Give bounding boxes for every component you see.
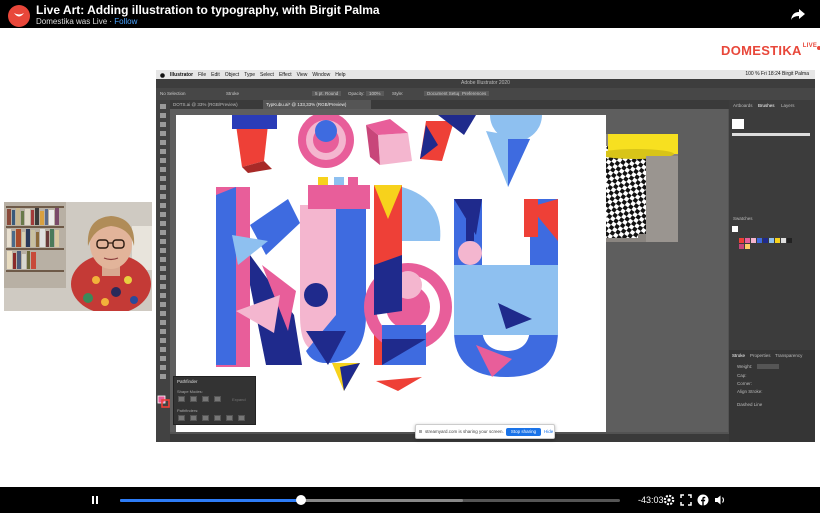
- document-tabs: DOTS.ai @ 33% (RGB/Preview) TypKubu.ai* …: [170, 100, 729, 109]
- menu-view[interactable]: View: [297, 72, 308, 78]
- tab-dots[interactable]: DOTS.ai @ 33% (RGB/Preview): [170, 100, 262, 109]
- stop-sharing-button[interactable]: Stop sharing: [506, 428, 541, 436]
- document-setup-button[interactable]: Document Setup: [424, 91, 464, 96]
- panel-tab-swatches[interactable]: Swatches: [733, 216, 753, 221]
- follow-link[interactable]: Follow: [114, 17, 137, 26]
- player-controls: -43:03: [0, 487, 820, 513]
- dashed-line-checkbox[interactable]: Dashed Line: [737, 402, 762, 407]
- stroke-cap-label: Cap:: [737, 373, 747, 378]
- menu-effect[interactable]: Effect: [279, 72, 292, 78]
- panel-tab-layers[interactable]: Layers: [781, 103, 795, 108]
- video-title[interactable]: Live Art: Adding illustration to typogra…: [36, 3, 380, 17]
- minus-back-icon[interactable]: [238, 415, 245, 421]
- stroke-corner-label: Corner:: [737, 381, 753, 386]
- menu-object[interactable]: Object: [225, 72, 239, 78]
- preferences-button[interactable]: Preferences: [459, 91, 490, 96]
- time-remaining: -43:03: [638, 495, 664, 505]
- minus-front-icon[interactable]: [190, 396, 197, 402]
- panel-tab-artboards[interactable]: Artboards: [733, 103, 753, 108]
- stroke-panel: Stroke Properties Transparency Weight: C…: [729, 350, 815, 442]
- crop-icon[interactable]: [214, 415, 221, 421]
- webcam-feed: [4, 202, 152, 311]
- divide-icon[interactable]: [178, 415, 185, 421]
- brush-swatch[interactable]: [732, 119, 744, 129]
- brush-definition[interactable]: 5 pt. Round: [312, 91, 342, 96]
- stroke-align-label: Align Stroke:: [737, 389, 763, 394]
- menu-type[interactable]: Type: [244, 72, 255, 78]
- merge-icon[interactable]: [202, 415, 209, 421]
- brand-name: DOMESTIKA: [721, 43, 802, 58]
- channel-status: Domestika was Live ·: [36, 17, 115, 26]
- pathfinders-label: Pathfinders:: [177, 408, 199, 413]
- channel-logo[interactable]: [8, 5, 30, 27]
- brand-logo: DOMESTIKALIVE: [721, 43, 820, 58]
- progress-track[interactable]: [120, 499, 620, 502]
- video-top-bar: Live Art: Adding illustration to typogra…: [0, 0, 820, 28]
- menu-illustrator[interactable]: Illustrator: [170, 72, 193, 78]
- swatches-grid[interactable]: [732, 226, 812, 252]
- video-subtitle: Domestika was Live · Follow: [36, 17, 137, 26]
- hide-button[interactable]: Hide: [544, 429, 553, 434]
- trim-icon[interactable]: [190, 415, 197, 421]
- exclude-icon[interactable]: [214, 396, 221, 402]
- apple-icon[interactable]: [160, 72, 165, 78]
- expand-button[interactable]: Expand: [232, 397, 246, 402]
- shape-modes-label: Shape Modes:: [177, 389, 203, 394]
- menu-window[interactable]: Window: [312, 72, 330, 78]
- share-notice-text: streamyard.com is sharing your screen.: [425, 429, 504, 434]
- control-bar: No Selection Stroke 5 pt. Round Opacity:…: [156, 88, 815, 100]
- tab-typkubu[interactable]: TypKubu.ai* @ 133,33% (RGB/Preview): [263, 100, 371, 109]
- outline-icon[interactable]: [226, 415, 233, 421]
- channel-icon: [14, 13, 24, 17]
- unite-icon[interactable]: [178, 396, 185, 402]
- right-panels: Artboards Brushes Layers Swatches Stroke…: [729, 100, 815, 442]
- menu-select[interactable]: Select: [260, 72, 274, 78]
- opacity-field[interactable]: 100%: [366, 91, 384, 96]
- window-title: Adobe Illustrator 2020: [156, 79, 815, 88]
- opacity-label: Opacity:: [348, 91, 365, 96]
- share-icon[interactable]: [790, 6, 806, 22]
- panel-tab-properties[interactable]: Properties: [750, 353, 771, 358]
- panel-tab-brushes[interactable]: Brushes: [758, 103, 775, 108]
- played-bar: [120, 499, 301, 502]
- menu-help[interactable]: Help: [335, 72, 345, 78]
- screen-share-notice: streamyard.com is sharing your screen. S…: [415, 424, 555, 439]
- panel-tab-transparency[interactable]: Transparency: [775, 353, 802, 358]
- stroke-label[interactable]: Stroke: [226, 91, 239, 96]
- volume-icon[interactable]: [714, 494, 726, 506]
- brush-preview[interactable]: [732, 133, 810, 136]
- stroke-weight-field[interactable]: [757, 364, 779, 369]
- live-badge: LIVE: [802, 43, 818, 49]
- video-player-root: Live Art: Adding illustration to typogra…: [0, 0, 820, 513]
- pause-icon[interactable]: [90, 495, 100, 505]
- mac-menu-bar: Illustrator File Edit Object Type Select…: [156, 70, 815, 79]
- menu-file[interactable]: File: [198, 72, 206, 78]
- drag-handle-icon[interactable]: [419, 430, 422, 433]
- scrubber-handle[interactable]: [296, 495, 306, 505]
- menu-status-area: 100 % Fri 18:24 Birgit Palma: [745, 71, 809, 77]
- tools-panel: [156, 100, 170, 442]
- style-label[interactable]: Style:: [392, 91, 403, 96]
- pathfinder-title: Pathfinder: [177, 379, 198, 384]
- selection-status: No Selection: [160, 91, 186, 96]
- presenter-video-image: [4, 202, 152, 311]
- menu-edit[interactable]: Edit: [211, 72, 220, 78]
- fullscreen-icon[interactable]: [680, 494, 692, 506]
- panel-tab-stroke[interactable]: Stroke: [732, 353, 745, 358]
- facebook-icon[interactable]: [697, 494, 709, 506]
- pathfinder-panel: Pathfinder Shape Modes: Expand Pathfinde…: [173, 376, 256, 425]
- intersect-icon[interactable]: [202, 396, 209, 402]
- stroke-weight-label: Weight:: [737, 364, 753, 369]
- tools-icons[interactable]: [156, 100, 170, 442]
- settings-gear-icon[interactable]: [663, 494, 675, 506]
